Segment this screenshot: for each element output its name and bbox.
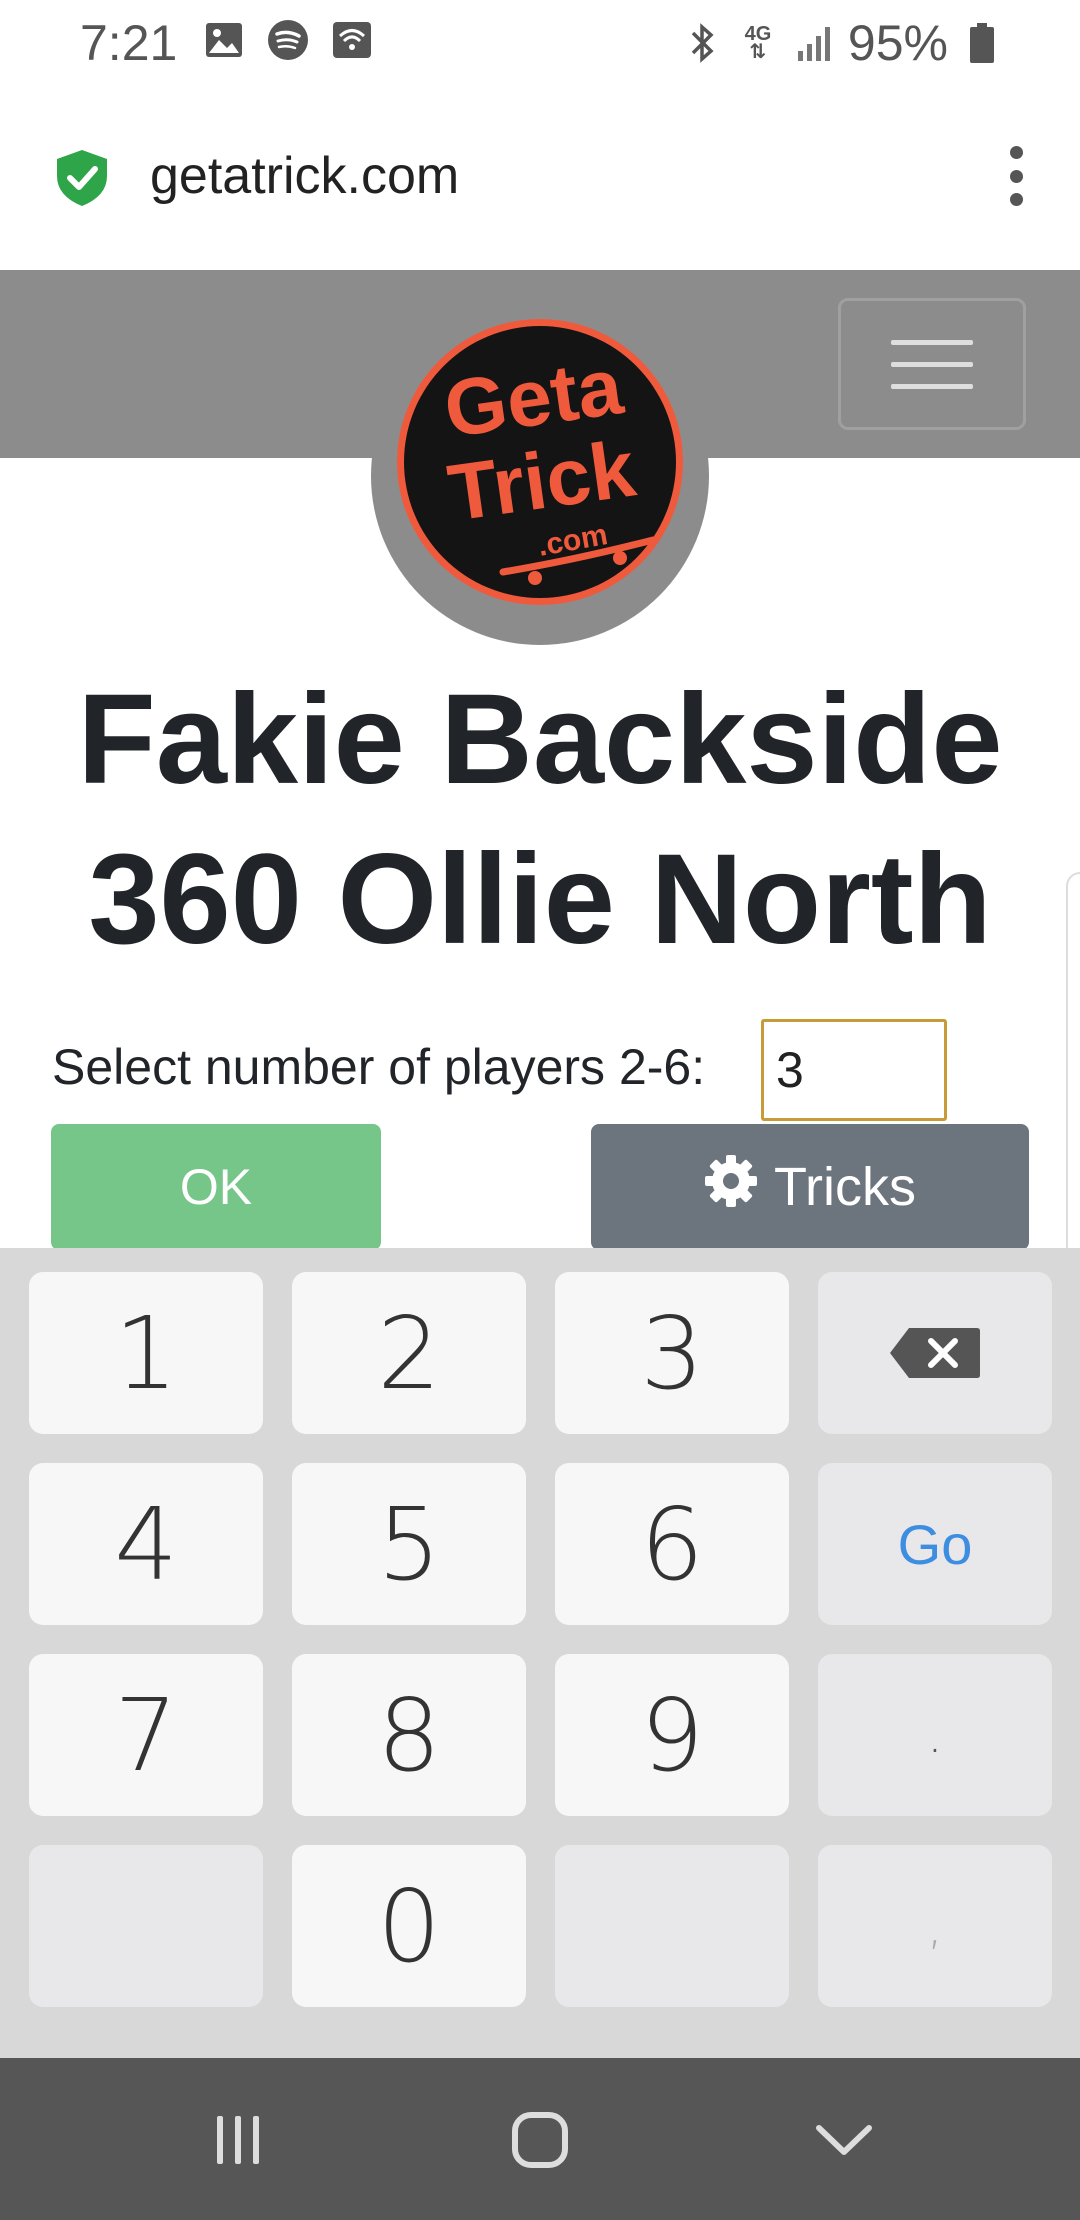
trick-name-line-1: Fakie Backside — [77, 668, 1003, 811]
players-number-input[interactable]: 3 — [761, 1019, 947, 1121]
signal-icon — [792, 21, 836, 65]
key-9[interactable]: 9 — [555, 1654, 789, 1816]
tricks-button[interactable]: Tricks — [591, 1124, 1029, 1250]
key-blank-left[interactable] — [29, 1845, 263, 2007]
battery-percent: 95% — [847, 15, 948, 71]
key-0[interactable]: 0 — [292, 1845, 526, 2007]
trick-name-line-2: 360 Ollie North — [88, 828, 992, 971]
key-blank-right[interactable] — [555, 1845, 789, 2007]
status-bar: 7:21 4G ⇅ 95% — [0, 0, 1080, 84]
system-icons: 4G ⇅ 95% — [680, 14, 1004, 72]
battery-icon — [960, 21, 1004, 65]
kebab-menu-icon[interactable] — [1004, 146, 1028, 206]
key-period[interactable]: . — [818, 1654, 1052, 1816]
ok-button[interactable]: OK — [51, 1124, 381, 1250]
numeric-keyboard: 1 2 3 4 5 6 Go 7 8 9 . 0 , — [0, 1248, 1080, 2058]
key-7[interactable]: 7 — [29, 1654, 263, 1816]
key-2[interactable]: 2 — [292, 1272, 526, 1434]
image-icon — [202, 18, 246, 62]
key-3[interactable]: 3 — [555, 1272, 789, 1434]
home-icon[interactable] — [508, 2108, 572, 2172]
key-go[interactable]: Go — [818, 1463, 1052, 1625]
back-icon[interactable] — [812, 2108, 876, 2172]
key-5[interactable]: 5 — [292, 1463, 526, 1625]
gear-icon — [704, 1154, 758, 1221]
wifi-calling-icon — [330, 18, 374, 62]
key-1[interactable]: 1 — [29, 1272, 263, 1434]
recents-icon[interactable] — [206, 2108, 270, 2172]
trick-name-heading: Fakie Backside 360 Ollie North — [40, 660, 1040, 980]
key-comma[interactable]: , — [818, 1845, 1052, 2007]
edge-panel-handle[interactable] — [1066, 872, 1080, 1272]
notification-icons — [202, 18, 374, 62]
bluetooth-icon — [680, 21, 724, 65]
hamburger-icon[interactable] — [838, 298, 1026, 430]
data-arrows-icon: ⇅ — [749, 41, 767, 63]
network-4g-icon: 4G ⇅ — [736, 21, 780, 65]
status-time: 7:21 — [80, 15, 178, 71]
tricks-button-label: Tricks — [774, 1157, 916, 1217]
key-8[interactable]: 8 — [292, 1654, 526, 1816]
url-text[interactable]: getatrick.com — [150, 146, 459, 206]
ok-button-label: OK — [179, 1159, 253, 1215]
key-6[interactable]: 6 — [555, 1463, 789, 1625]
shield-check-icon[interactable] — [54, 148, 110, 208]
key-4[interactable]: 4 — [29, 1463, 263, 1625]
spotify-icon — [266, 18, 310, 62]
system-nav-bar — [0, 2058, 1080, 2220]
backspace-icon — [890, 1328, 980, 1378]
players-label: Select number of players 2-6: — [52, 1039, 706, 1095]
key-backspace[interactable] — [818, 1272, 1052, 1434]
site-logo[interactable]: Geta Trick .com — [395, 310, 685, 620]
browser-address-bar: getatrick.com — [0, 84, 1080, 270]
